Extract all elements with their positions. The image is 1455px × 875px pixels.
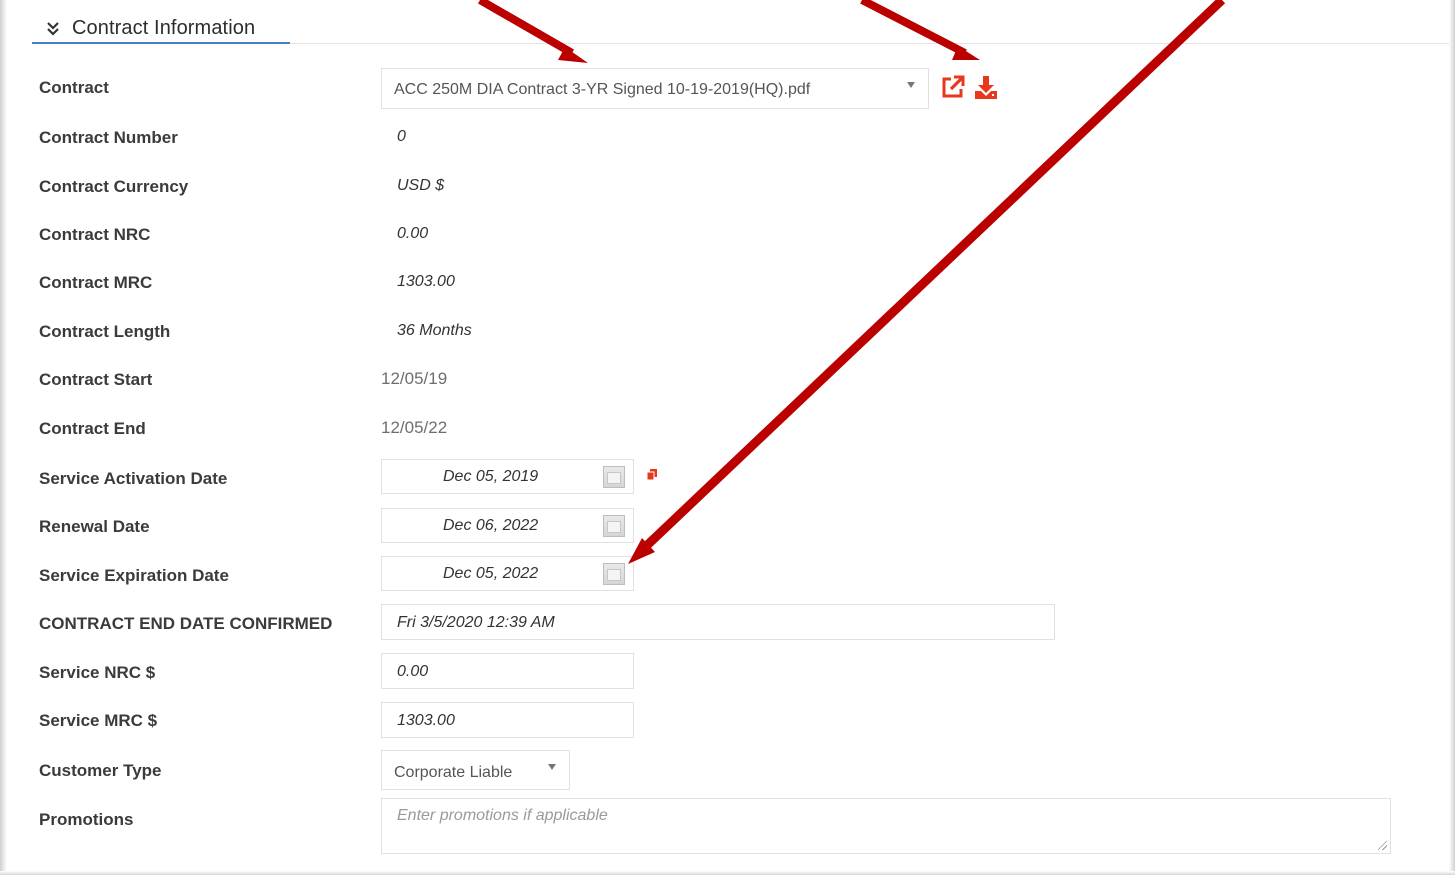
- section-title: Contract Information: [72, 16, 256, 39]
- chevron-down-icon: [907, 82, 915, 88]
- service-expiration-date-input[interactable]: Dec 05, 2022: [381, 556, 634, 591]
- section-header-contract-information[interactable]: Contract Information: [32, 14, 290, 44]
- label-contract-start: Contract Start: [39, 370, 153, 389]
- copy-icon[interactable]: [646, 468, 658, 486]
- service-nrc-value: 0.00: [397, 663, 429, 680]
- service-activation-date-input[interactable]: Dec 05, 2019: [381, 459, 634, 494]
- annotation-arrow: [860, 0, 980, 60]
- label-contract-end-date-confirmed: CONTRACT END DATE CONFIRMED: [39, 614, 333, 633]
- service-expiration-date-value: Dec 05, 2022: [443, 565, 539, 582]
- annotation-arrows: [478, 0, 1226, 564]
- label-service-activation-date: Service Activation Date: [39, 469, 228, 488]
- renewal-date-input[interactable]: Dec 06, 2022: [381, 508, 634, 543]
- calendar-icon[interactable]: [603, 515, 625, 537]
- chevron-down-icon: [548, 764, 556, 770]
- annotation-arrow: [478, 0, 588, 63]
- value-contract-nrc: 0.00: [397, 225, 429, 242]
- calendar-icon[interactable]: [603, 563, 625, 585]
- service-nrc-input[interactable]: 0.00: [381, 653, 634, 689]
- label-renewal-date: Renewal Date: [39, 517, 150, 536]
- window-right-edge: [1449, 0, 1455, 875]
- download-icon[interactable]: [973, 74, 999, 105]
- value-contract-number: 0: [397, 128, 406, 145]
- renewal-date-value: Dec 06, 2022: [443, 517, 539, 534]
- label-promotions: Promotions: [39, 810, 134, 829]
- label-contract: Contract: [39, 78, 109, 97]
- external-link-icon[interactable]: [940, 74, 966, 105]
- value-contract-start: 12/05/19: [381, 369, 448, 388]
- contract-select[interactable]: ACC 250M DIA Contract 3-YR Signed 10-19-…: [381, 68, 929, 109]
- service-activation-date-value: Dec 05, 2019: [443, 468, 539, 485]
- label-contract-length: Contract Length: [39, 322, 171, 341]
- window-bottom-edge: [0, 871, 1455, 875]
- label-customer-type: Customer Type: [39, 761, 162, 780]
- window-left-edge: [0, 0, 7, 875]
- value-contract-mrc: 1303.00: [397, 273, 455, 290]
- service-mrc-value: 1303.00: [397, 712, 455, 729]
- contract-select-value: ACC 250M DIA Contract 3-YR Signed 10-19-…: [394, 81, 811, 98]
- label-service-expiration-date: Service Expiration Date: [39, 566, 229, 585]
- calendar-icon[interactable]: [603, 466, 625, 488]
- label-service-mrc: Service MRC $: [39, 711, 158, 730]
- label-contract-mrc: Contract MRC: [39, 273, 153, 292]
- value-contract-currency: USD $: [397, 177, 445, 194]
- label-service-nrc: Service NRC $: [39, 663, 156, 682]
- resize-handle[interactable]: [1378, 841, 1387, 850]
- customer-type-value: Corporate Liable: [394, 764, 513, 781]
- customer-type-select[interactable]: Corporate Liable: [381, 750, 570, 790]
- value-contract-end: 12/05/22: [381, 418, 448, 437]
- label-contract-currency: Contract Currency: [39, 177, 189, 196]
- contract-end-date-confirmed-input[interactable]: Fri 3/5/2020 12:39 AM: [381, 604, 1055, 640]
- label-contract-number: Contract Number: [39, 128, 178, 147]
- promotions-textarea[interactable]: Enter promotions if applicable: [381, 798, 1391, 854]
- promotions-placeholder: Enter promotions if applicable: [397, 807, 608, 824]
- value-contract-length: 36 Months: [397, 322, 472, 339]
- double-chevron-down-icon: [47, 22, 59, 36]
- label-contract-nrc: Contract NRC: [39, 225, 151, 244]
- service-mrc-input[interactable]: 1303.00: [381, 702, 634, 738]
- label-contract-end: Contract End: [39, 419, 146, 438]
- contract-end-date-confirmed-value: Fri 3/5/2020 12:39 AM: [397, 614, 555, 631]
